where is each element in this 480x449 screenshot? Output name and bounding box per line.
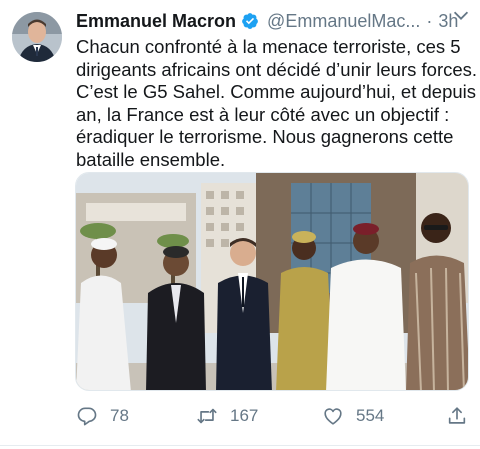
tweet-text-line: dirigeants africains ont décidé d’unir l…: [76, 58, 478, 80]
tweet-header: Emmanuel Macron @EmmanuelMac... · 3h: [76, 8, 472, 34]
avatar-image: [12, 12, 62, 62]
chevron-down-icon[interactable]: [450, 4, 472, 26]
verified-badge-icon: [242, 13, 258, 29]
like-count: 554: [356, 406, 385, 425]
reply-icon: [77, 407, 97, 426]
tweet-actions: 78 167 554: [0, 398, 480, 434]
heart-icon: [324, 408, 342, 425]
divider: [0, 445, 480, 446]
tweet-photo[interactable]: [75, 172, 469, 391]
like-button[interactable]: 554: [322, 404, 384, 428]
tweet-text-line: bataille ensemble.: [76, 148, 226, 170]
photo-image: [76, 173, 468, 390]
tweet-text: Chacun confronté à la menace terroriste,…: [76, 36, 480, 171]
avatar[interactable]: [12, 12, 62, 62]
tweet[interactable]: Emmanuel Macron @EmmanuelMac... · 3h Cha…: [0, 0, 480, 449]
tweet-text-line: Chacun confronté à la menace terroriste,…: [76, 36, 461, 57]
retweet-button[interactable]: 167: [196, 404, 258, 428]
retweet-count: 167: [230, 406, 259, 425]
reply-button[interactable]: 78: [76, 404, 129, 428]
tweet-text-line: an, la France est à leur côté avec un ob…: [76, 103, 450, 125]
share-button[interactable]: [446, 404, 468, 428]
reply-count: 78: [110, 406, 129, 425]
tweet-text-line: éradiquer le terrorisme. Nous gagnerons …: [76, 126, 454, 147]
separator-dot: ·: [426, 10, 433, 31]
author-handle[interactable]: @EmmanuelMac...: [267, 11, 420, 32]
author-name[interactable]: Emmanuel Macron: [76, 11, 236, 32]
share-icon: [448, 407, 466, 424]
tweet-text-line: C’est le G5 Sahel. Comme aujourd’hui, et…: [76, 81, 480, 102]
retweet-icon: [197, 408, 217, 424]
